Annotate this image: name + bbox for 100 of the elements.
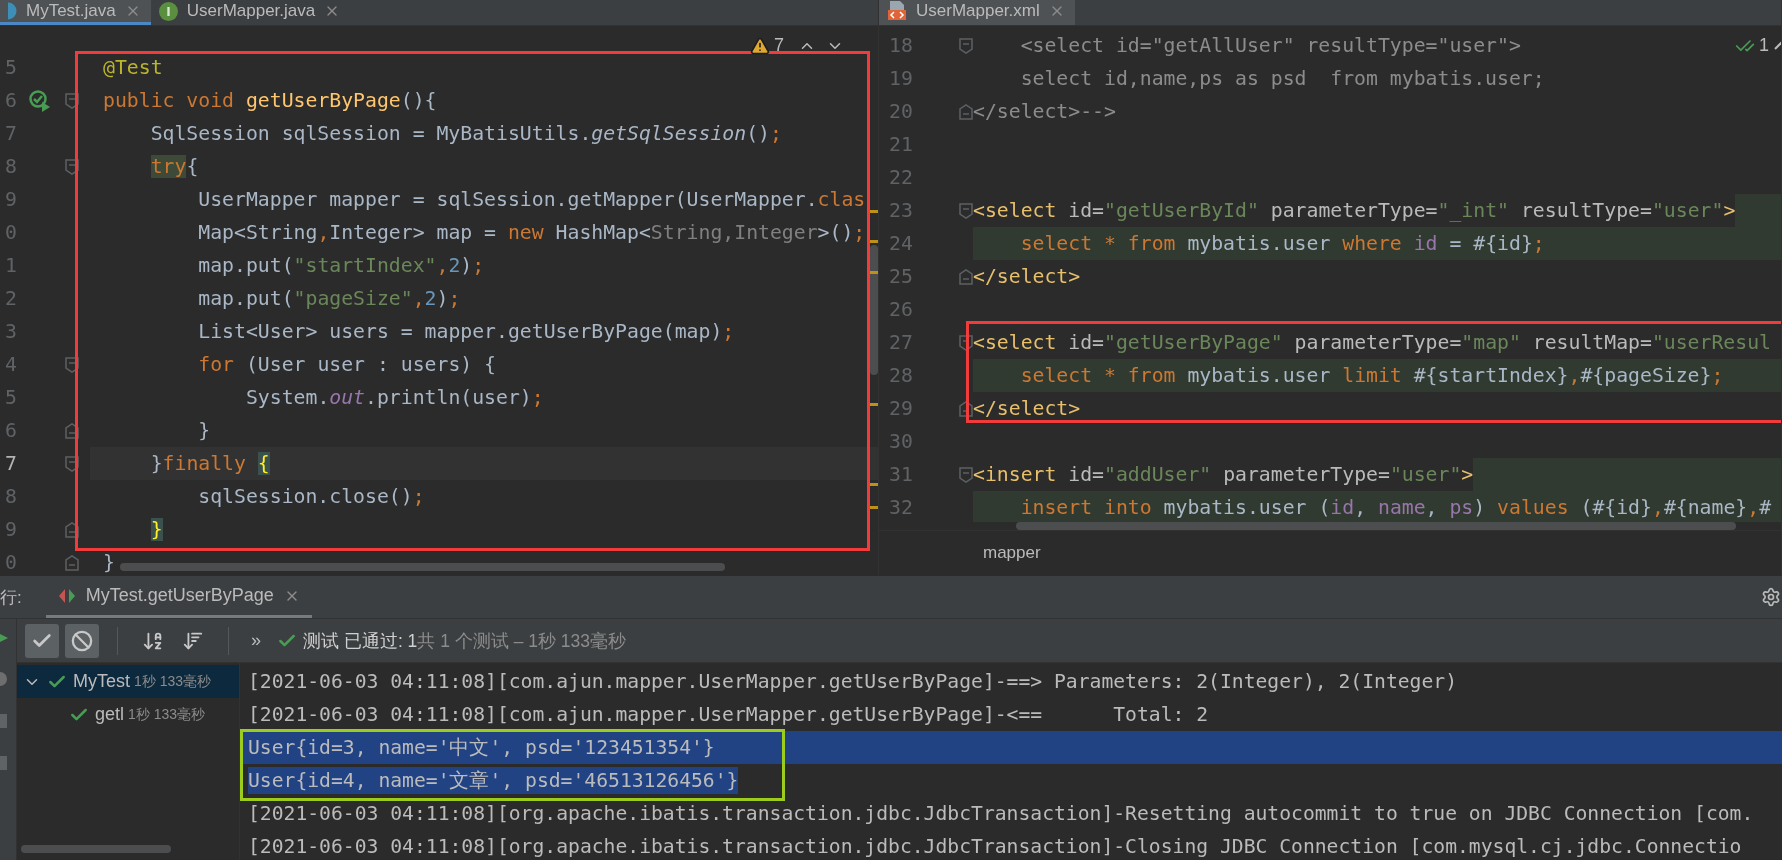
line-number: 7 <box>4 122 17 145</box>
test-tree-item[interactable]: MyTest 1秒 133毫秒 <box>17 665 239 698</box>
fold-icon[interactable] <box>959 466 973 483</box>
play-icon[interactable] <box>0 631 8 645</box>
panel-label: 行: <box>0 586 22 609</box>
fold-icon[interactable] <box>959 103 973 120</box>
fold-icon[interactable] <box>65 521 79 538</box>
settings-icon[interactable] <box>1761 587 1781 607</box>
code-line: insert into mybatis.user (id, name, ps) values (#{id},#{name},# <box>1019 496 1772 519</box>
marker-stripe[interactable] <box>870 240 878 243</box>
code-line: }finally { <box>149 452 270 475</box>
more-button[interactable]: » <box>247 630 265 651</box>
line-number: 6 <box>4 89 17 112</box>
warning-icon[interactable] <box>750 35 770 56</box>
run-tab[interactable]: MyTest.getUserByPage <box>45 576 312 618</box>
code-line: select * from mybatis.user limit #{startIndex},#{pageSize}; <box>1019 364 1724 387</box>
line-number: 9 <box>4 518 17 541</box>
console-line: [2021-06-03 04:11:08][com.ajun.mapper.UserMapper.getUserByPage]-==> Parameters: 2(Integer), 2(Integer) <box>248 670 1457 693</box>
editor-tab[interactable]: MyTest.java <box>0 0 151 25</box>
code-line: select * from mybatis.user where id = #{id}; <box>1019 232 1545 255</box>
code-line: @Test <box>103 56 163 79</box>
line-number: 27 <box>888 331 914 354</box>
marker-stripe[interactable] <box>870 403 878 406</box>
interface-icon: I <box>158 1 178 21</box>
horizontal-scrollbar[interactable] <box>1016 522 1736 530</box>
line-number: 28 <box>888 364 914 387</box>
fold-icon[interactable] <box>65 422 79 439</box>
code-line: System.out.println(user); <box>244 386 544 409</box>
code-line: </select>--> <box>973 100 1116 123</box>
line-number: 5 <box>4 386 17 409</box>
line-number: 25 <box>888 265 914 288</box>
fold-icon[interactable] <box>65 455 79 472</box>
code-line: public void getUserByPage(){ <box>103 89 437 112</box>
problem-count: 1 <box>1759 35 1769 56</box>
line-number: 7 <box>4 452 17 475</box>
marker-stripe[interactable] <box>870 506 878 509</box>
code-line: } <box>103 551 115 574</box>
line-number: 6 <box>4 419 17 442</box>
line-number: 26 <box>888 298 914 321</box>
line-number: 23 <box>888 199 914 222</box>
fold-icon[interactable] <box>65 554 79 571</box>
run-icon[interactable] <box>28 89 51 112</box>
code-line: <select id="getUserById" parameterType="_int" resultType="user"> <box>973 199 1736 222</box>
line-number: 4 <box>4 353 17 376</box>
marker-stripe[interactable] <box>870 271 878 274</box>
marker-stripe[interactable] <box>870 483 878 486</box>
line-number: 8 <box>4 485 17 508</box>
editor-tab[interactable]: I UserMapper.java <box>150 0 351 25</box>
marker-stripe[interactable] <box>870 210 878 213</box>
toolbar-button[interactable] <box>65 623 99 658</box>
line-number: 31 <box>888 463 914 486</box>
fold-icon[interactable] <box>65 92 79 109</box>
line-number: 30 <box>888 430 914 453</box>
fold-icon[interactable] <box>959 268 973 285</box>
xml-file-icon <box>887 1 907 21</box>
line-number: 22 <box>888 166 914 189</box>
fold-icon[interactable] <box>959 202 973 219</box>
line-number: 20 <box>888 100 914 123</box>
fold-icon[interactable] <box>959 37 973 54</box>
line-number: 0 <box>4 551 17 574</box>
code-line: Map<String,Integer> map = new HashMap<String,Integer>(); <box>197 221 866 244</box>
class-icon <box>8 2 17 20</box>
line-number: 19 <box>888 67 914 90</box>
horizontal-scrollbar[interactable] <box>120 563 725 571</box>
console-line: [2021-06-03 04:11:08][org.apache.ibatis.transaction.jdbc.JdbcTransaction]-Resetting autocommit to true on JDBC Connection [com. <box>248 802 1754 825</box>
test-summary: 共 1 个测试 – 1秒 133毫秒 <box>417 629 627 653</box>
console-line: [2021-06-03 04:11:08][org.apache.ibatis.transaction.jdbc.JdbcTransaction]-Closing JDBC Connection [com.mysql.cj.jdbc.Connectio <box>248 835 1742 858</box>
line-number: 3 <box>4 320 17 343</box>
line-number: 18 <box>888 34 914 57</box>
line-number: 32 <box>888 496 914 519</box>
line-number: 1 <box>4 254 17 277</box>
fold-icon[interactable] <box>65 356 79 373</box>
code-line: </select> <box>973 265 1081 288</box>
vertical-scrollbar[interactable] <box>870 245 878 375</box>
fold-icon[interactable] <box>959 334 973 351</box>
code-line: </select> <box>973 397 1081 420</box>
code-line: <select id="getUserByPage" parameterType="map" resultMap="userResul <box>973 331 1771 354</box>
editor-tab[interactable]: UserMapper.xml <box>879 0 1075 25</box>
code-line: SqlSession sqlSession = MyBatisUtils.getSqlSession(); <box>149 122 782 145</box>
stop-icon <box>71 629 93 652</box>
line-number: 0 <box>4 221 17 244</box>
line-number: 24 <box>888 232 914 255</box>
fold-icon[interactable] <box>65 158 79 175</box>
code-line: } <box>197 419 211 442</box>
code-line: List<User> users = mapper.getUserByPage(map); <box>197 320 735 343</box>
code-line: <select id="getAllUser" resultType="user"> <box>1019 34 1521 57</box>
test-status: 测试 已通过: 1 <box>303 629 418 653</box>
breadcrumb[interactable]: mapper <box>983 543 1041 563</box>
line-number: 9 <box>4 188 17 211</box>
horizontal-scrollbar[interactable] <box>21 845 171 853</box>
fold-icon[interactable] <box>959 400 973 417</box>
toolbar-button[interactable] <box>25 623 59 658</box>
line-number: 2 <box>4 287 17 310</box>
code-line: map.put("pageSize",2); <box>197 287 461 310</box>
line-number: 8 <box>4 155 17 178</box>
test-tree-item[interactable]: getl 1秒 133毫秒 <box>17 698 239 731</box>
line-number: 5 <box>4 56 17 79</box>
line-number: 29 <box>888 397 914 420</box>
code-line: try{ <box>149 155 199 178</box>
code-line: select id,name,ps as psd from mybatis.user; <box>1019 67 1545 90</box>
